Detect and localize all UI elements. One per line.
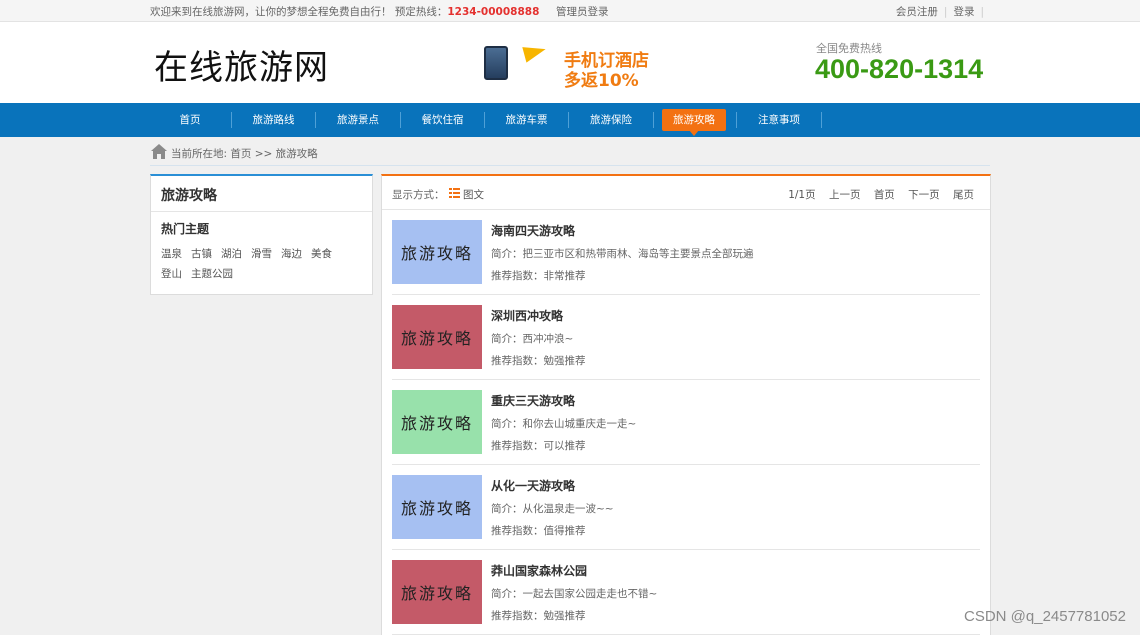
- guide-recommendation: 推荐指数：非常推荐: [491, 270, 586, 282]
- list-item[interactable]: 旅游攻略 海南四天游攻略 简介：把三亚市区和热带雨林、海岛等主要景点全部玩遍 推…: [392, 210, 980, 295]
- paper-plane-icon: [522, 41, 548, 63]
- nav-item-home[interactable]: 首页: [150, 109, 230, 131]
- tag-lake[interactable]: 湖泊: [221, 244, 242, 264]
- last-page-link[interactable]: 尾页: [953, 189, 974, 201]
- guide-thumbnail[interactable]: 旅游攻略: [392, 475, 482, 539]
- hotel-promo-banner[interactable]: 手机订酒店 多返10%: [484, 41, 654, 91]
- site-header: 在线旅游网 手机订酒店 多返10% 全国免费热线 400-820-1314: [0, 22, 1140, 103]
- tag-hot-spring[interactable]: 温泉: [161, 244, 182, 264]
- prev-page-link[interactable]: 上一页: [829, 189, 861, 201]
- user-links: 会员注册 | 登录 |: [895, 6, 984, 18]
- nav-item-guides[interactable]: 旅游攻略: [662, 109, 726, 131]
- list-view-icon[interactable]: [449, 188, 460, 198]
- guide-intro: 简介：从化温泉走一波~~: [491, 503, 614, 515]
- guide-thumbnail[interactable]: 旅游攻略: [392, 560, 482, 624]
- nav-item-dining[interactable]: 餐饮住宿: [401, 109, 484, 131]
- home-icon: [151, 144, 167, 159]
- top-bar: 欢迎来到在线旅游网，让你的梦想全程免费自由行！ 预定热线：1234-000088…: [0, 0, 1140, 22]
- breadcrumb: 当前所在地: 首页 >> 旅游攻略: [150, 143, 990, 166]
- watermark: CSDN @q_2457781052: [963, 608, 1126, 625]
- nav-active-caret-icon: [689, 130, 699, 136]
- nav-item-notes[interactable]: 注意事项: [737, 109, 821, 131]
- breadcrumb-text: 当前所在地: 首页 >> 旅游攻略: [171, 148, 318, 160]
- guide-thumbnail[interactable]: 旅游攻略: [392, 220, 482, 284]
- sidebar-title: 旅游攻略: [161, 188, 217, 204]
- page-info: 1/1页: [788, 189, 816, 201]
- tag-hiking[interactable]: 登山: [161, 264, 182, 284]
- nav-item-tickets[interactable]: 旅游车票: [485, 109, 568, 131]
- list-item[interactable]: 旅游攻略 莽山国家森林公园 简介：一起去国家公园走走也不错~ 推荐指数：勉强推荐: [392, 550, 980, 635]
- pagination: 1/1页 上一页 首页 下一页 尾页: [778, 187, 974, 202]
- guide-intro: 简介：和你去山城重庆走一走~: [491, 418, 637, 430]
- promo-line2: 多返10%: [564, 71, 639, 91]
- nav-item-attractions[interactable]: 旅游景点: [316, 109, 400, 131]
- tag-ancient-town[interactable]: 古镇: [191, 244, 212, 264]
- guide-recommendation: 推荐指数：值得推荐: [491, 525, 586, 537]
- guide-title[interactable]: 深圳西冲攻略: [491, 307, 563, 324]
- guide-title[interactable]: 重庆三天游攻略: [491, 392, 575, 409]
- admin-login-link[interactable]: 管理员登录: [556, 4, 609, 19]
- guide-recommendation: 推荐指数：勉强推荐: [491, 610, 586, 622]
- list-toolbar: 显示方式： 图文 1/1页 上一页 首页 下一页 尾页: [382, 176, 990, 210]
- welcome-text: 欢迎来到在线旅游网，让你的梦想全程免费自由行！ 预定热线：1234-000088…: [150, 6, 540, 18]
- guide-intro: 简介：西冲冲浪~: [491, 333, 574, 345]
- hot-topics-heading: 热门主题: [161, 222, 210, 236]
- guide-recommendation: 推荐指数：可以推荐: [491, 440, 586, 452]
- first-page-link[interactable]: 首页: [874, 189, 895, 201]
- display-mode-text[interactable]: 图文: [463, 187, 484, 202]
- nav-item-insurance[interactable]: 旅游保险: [569, 109, 653, 131]
- guide-intro: 简介：一起去国家公园走走也不错~: [491, 588, 658, 600]
- guide-intro: 简介：把三亚市区和热带雨林、海岛等主要景点全部玩遍: [491, 248, 754, 260]
- hotline-number: 400-820-1314: [815, 54, 984, 84]
- main-nav: 首页 旅游路线 旅游景点 餐饮住宿 旅游车票 旅游保险 旅游攻略 注意事项: [0, 103, 1140, 137]
- guide-title[interactable]: 海南四天游攻略: [491, 222, 575, 239]
- sidebar: 旅游攻略 热门主题 温泉 古镇 湖泊 滑雪 海边 美食登山 主题公园: [150, 174, 373, 295]
- nav-item-routes[interactable]: 旅游路线: [232, 109, 315, 131]
- topic-tags: 温泉 古镇 湖泊 滑雪 海边 美食登山 主题公园: [161, 244, 366, 284]
- guide-title[interactable]: 从化一天游攻略: [491, 477, 575, 494]
- list-item[interactable]: 旅游攻略 从化一天游攻略 简介：从化温泉走一波~~ 推荐指数：值得推荐: [392, 465, 980, 550]
- tag-theme-park[interactable]: 主题公园: [191, 264, 233, 284]
- tag-food[interactable]: 美食: [311, 244, 332, 264]
- guide-thumbnail[interactable]: 旅游攻略: [392, 305, 482, 369]
- display-mode-label: 显示方式：: [392, 189, 445, 201]
- guide-recommendation: 推荐指数：勉强推荐: [491, 355, 586, 367]
- tag-seaside[interactable]: 海边: [281, 244, 302, 264]
- register-link[interactable]: 会员注册: [896, 6, 938, 18]
- list-item[interactable]: 旅游攻略 重庆三天游攻略 简介：和你去山城重庆走一走~ 推荐指数：可以推荐: [392, 380, 980, 465]
- guide-title[interactable]: 莽山国家森林公园: [491, 562, 587, 579]
- list-item[interactable]: 旅游攻略 深圳西冲攻略 简介：西冲冲浪~ 推荐指数：勉强推荐: [392, 295, 980, 380]
- booking-hotline: 1234-00008888: [447, 6, 540, 18]
- guide-list-panel: 显示方式： 图文 1/1页 上一页 首页 下一页 尾页 旅游攻略 海南四天游攻略…: [381, 174, 991, 635]
- phone-icon: [484, 46, 508, 80]
- guide-thumbnail[interactable]: 旅游攻略: [392, 390, 482, 454]
- next-page-link[interactable]: 下一页: [908, 189, 940, 201]
- login-link[interactable]: 登录: [953, 6, 974, 18]
- tag-skiing[interactable]: 滑雪: [251, 244, 272, 264]
- site-logo[interactable]: 在线旅游网: [154, 40, 329, 89]
